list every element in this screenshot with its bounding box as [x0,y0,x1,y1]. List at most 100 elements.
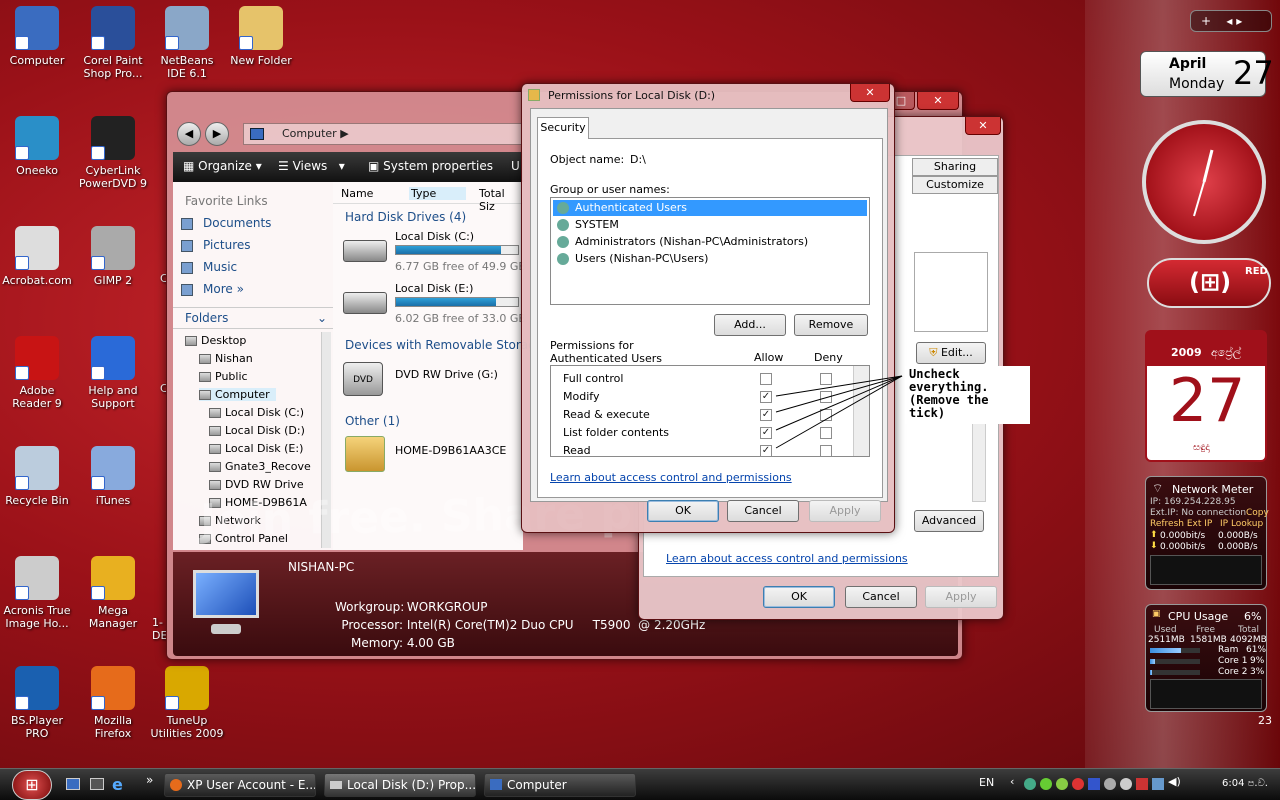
tree-item[interactable]: Desktop [185,334,246,347]
tree-item[interactable]: Local Disk (C:) [209,406,304,419]
switch-windows-icon[interactable] [90,778,104,790]
tray-icon[interactable] [1040,778,1052,790]
group-names-list[interactable]: Authenticated Users SYSTEM Administrators … [550,197,870,305]
tab-sharing[interactable]: Sharing [912,158,998,176]
tray-chevron-icon[interactable]: ‹ [1010,775,1014,788]
back-button[interactable]: ◀ [177,122,201,146]
desktop-icon-cyberlink-powerdvd[interactable]: CyberLink PowerDVD 9 [76,116,150,190]
desktop-icon-acrobat-com[interactable]: Acrobat.com [0,226,74,287]
taskbar-item-xp-user-account[interactable]: XP User Account - E... [164,773,316,797]
address-bar[interactable]: Computer ▶ [243,123,523,145]
tree-item[interactable]: Gnate3_Recove [209,460,311,473]
desktop-icon-computer[interactable]: Computer [0,6,74,67]
desktop-icon-itunes[interactable]: iTunes [76,446,150,507]
group-other[interactable]: Other (1) [345,414,400,428]
folders-header[interactable]: Folders ⌄ [173,307,333,329]
clock-time[interactable]: 6:04 ප.ව. [1222,778,1268,789]
permissions-learn-link[interactable]: Learn about access control and permissio… [550,471,792,484]
calendar-gadget[interactable]: April Monday 27 [1140,51,1274,97]
desktop-icon-help-and-support[interactable]: Help and Support [76,336,150,410]
quicklaunch-more[interactable]: » [146,773,153,787]
tray-icon[interactable] [1056,778,1068,790]
tree-item[interactable]: Public [199,370,248,383]
forward-button[interactable]: ▶ [205,122,229,146]
tray-icon[interactable] [1024,778,1036,790]
desktop-icon-corel-paint-shop-pro[interactable]: Corel Paint Shop Pro... [76,6,150,80]
toolbar-more[interactable]: U [511,159,520,173]
desktop-icon-recycle-bin[interactable]: Recycle Bin [0,446,74,507]
column-type[interactable]: Type [409,187,467,200]
favorite-link-music[interactable]: Music [181,260,237,274]
desktop-icon-mega-manager[interactable]: Mega Manager [76,556,150,630]
desktop-icon-gimp[interactable]: GIMP 2 [76,226,150,287]
properties-apply-button[interactable]: Apply [925,586,997,608]
favorite-link-documents[interactable]: Documents [181,216,271,230]
show-desktop-icon[interactable] [66,778,80,790]
tray-icon[interactable] [1104,778,1116,790]
properties-ok-button[interactable]: OK [763,586,835,608]
network-computer-item[interactable]: HOME-D9B61AA3CE [341,434,521,474]
sidebar-controls[interactable]: + ◂ ▸ [1190,10,1272,32]
views-menu[interactable]: ☰ Views ▾ [278,159,345,173]
desktop-icon-oneeko[interactable]: Oneeko [0,116,74,177]
properties-close-button[interactable]: ✕ [965,117,1001,135]
network-tray-icon[interactable] [1152,778,1164,790]
user-list-item[interactable]: Users (Nishan-PC\Users) [553,251,867,267]
desktop-icon-adobe-reader[interactable]: Adobe Reader 9 [0,336,74,410]
system-properties-button[interactable]: ▣ System properties [368,159,493,173]
permissions-close-button[interactable]: ✕ [850,84,890,102]
add-button[interactable]: Add... [714,314,786,336]
tree-item[interactable]: Local Disk (E:) [209,442,303,455]
tree-item[interactable]: DVD RW Drive [209,478,304,491]
close-button[interactable]: ✕ [917,92,959,110]
organize-menu[interactable]: ▦ Organize ▾ [183,159,262,173]
prev-icon[interactable]: ◂ [1226,14,1232,28]
drive-item[interactable]: Local Disk (E:) 6.02 GB free of 33.0 GB [341,282,526,330]
tray-icon[interactable] [1136,778,1148,790]
tree-item[interactable]: Nishan [199,352,253,365]
next-icon[interactable]: ▸ [1236,14,1242,28]
ie-icon[interactable]: e [112,775,123,794]
tray-icon[interactable] [1072,778,1084,790]
desktop-icon-bsplayer-pro[interactable]: BS.Player PRO [0,666,74,740]
desktop-icon-mozilla-firefox[interactable]: Mozilla Firefox [76,666,150,740]
ip-lookup-link[interactable]: IP Lookup [1220,519,1263,529]
user-list-item[interactable]: SYSTEM [553,217,867,233]
properties-edit-button[interactable]: ⛨ Edit... [916,342,986,364]
properties-cancel-button[interactable]: Cancel [845,586,917,608]
desktop-icon-tuneup-utilities[interactable]: TuneUp Utilities 2009 [150,666,224,740]
tab-security[interactable]: Security [537,117,589,139]
favorite-link-more[interactable]: More » [181,282,244,296]
column-total-size[interactable]: Total Siz [479,187,523,213]
language-indicator[interactable]: EN [979,776,994,789]
add-gadget-icon[interactable]: + [1201,14,1211,28]
refresh-ext-ip-link[interactable]: Refresh Ext IP [1150,519,1212,529]
tray-icon[interactable] [1120,778,1132,790]
volume-icon[interactable]: ◀) [1168,775,1181,788]
desktop-icon-new-folder[interactable]: New Folder [224,6,298,67]
drive-item[interactable]: Local Disk (C:) 6.77 GB free of 49.9 GB [341,230,526,278]
taskbar-item-local-disk-properties[interactable]: Local Disk (D:) Prop... [324,773,476,797]
column-name[interactable]: Name [341,187,373,200]
network-copy-link[interactable]: Copy [1246,508,1269,518]
dvd-drive-item[interactable]: DVD DVD RW Drive (G:) [341,360,521,400]
properties-advanced-button[interactable]: Advanced [914,510,984,532]
tree-item[interactable]: Computer [199,388,276,401]
properties-scrollbar[interactable] [972,422,986,502]
permissions-apply-button[interactable]: Apply [809,500,881,522]
user-list-item[interactable]: Administrators (Nishan-PC\Administrators… [553,234,867,250]
taskbar-item-computer[interactable]: Computer [484,773,636,797]
desktop-icon-netbeans-ide[interactable]: NetBeans IDE 6.1 [150,6,224,80]
properties-learn-link[interactable]: Learn about access control and permissio… [666,552,908,565]
tree-item[interactable]: Local Disk (D:) [209,424,305,437]
favorite-link-pictures[interactable]: Pictures [181,238,251,252]
group-removable-storage[interactable]: Devices with Removable Storage [345,338,543,352]
desktop-icon-acronis-true-image[interactable]: Acronis True Image Ho... [0,556,74,630]
permissions-ok-button[interactable]: OK [647,500,719,522]
tray-icon[interactable] [1088,778,1100,790]
permissions-cancel-button[interactable]: Cancel [727,500,799,522]
user-list-item[interactable]: Authenticated Users [553,200,867,216]
remove-button[interactable]: Remove [794,314,868,336]
group-hard-disk-drives[interactable]: Hard Disk Drives (4) [345,210,466,224]
start-button[interactable]: ⊞ [12,770,52,800]
